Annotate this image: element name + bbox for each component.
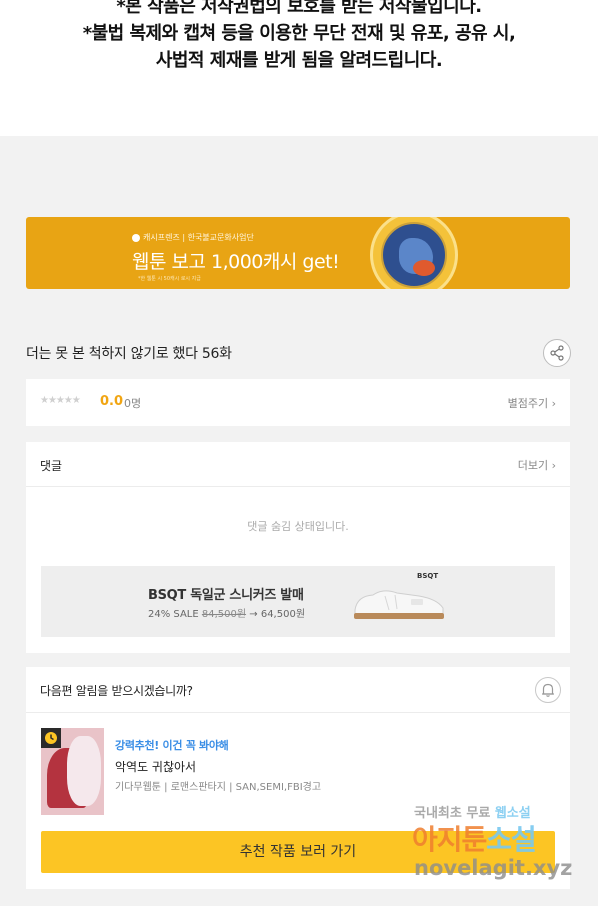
ad-discount: 24% SALE [148, 609, 199, 620]
notify-button[interactable] [535, 677, 561, 703]
ad-sale-price: 64,500원 [260, 609, 306, 620]
ad-price: 24% SALE 84,500원 → 64,500원 [148, 605, 305, 620]
promo-banner[interactable]: 캐시프렌즈 | 한국불교문화사업단 웹툰 보고 1,000캐시 get! *한 … [26, 217, 570, 289]
sneaker-ad[interactable]: BSQT 독일군 스니커즈 발매 24% SALE 84,500원 → 64,5… [41, 566, 555, 637]
notice-line-1: *본 작품은 저작권법의 보호를 받는 저작물입니다. [116, 0, 482, 17]
copyright-notice: *본 작품은 저작권법의 보호를 받는 저작물입니다. *불법 복제와 캡쳐 등… [0, 0, 598, 136]
ad-arrow: → [249, 609, 258, 620]
next-header: 다음편 알림을 받으시겠습니까? [26, 667, 570, 713]
notice-line-2: *불법 복제와 캡쳐 등을 이용한 무단 전재 및 유포, 공유 시, [82, 23, 516, 44]
sneaker-icon [354, 590, 444, 619]
notice-line-3: 사법적 제재를 받게 됨을 알려드립니다. [155, 50, 443, 71]
banner-sponsor: 캐시프렌즈 | 한국불교문화사업단 [132, 232, 254, 243]
ad-original-price: 84,500원 [201, 609, 247, 620]
rate-button[interactable]: 별점주기 › [508, 395, 556, 411]
comments-more-link[interactable]: 더보기 › [518, 457, 556, 473]
comments-hidden-message: 댓글 숨김 상태입니다. [247, 520, 349, 533]
clock-icon [45, 732, 57, 744]
ad-title: BSQT 독일군 스니커즈 발매 [148, 588, 304, 603]
comments-header: 댓글 더보기 › [26, 442, 570, 487]
watermark-line-2: 아지툰소설 [412, 818, 537, 858]
share-button[interactable] [543, 339, 571, 367]
banner-headline: 웹툰 보고 1,000캐시 get! [132, 251, 340, 273]
banner-fine-print: *한 웹툰 시 50캐시 로시 지급 [138, 276, 201, 282]
rating-score: 0.0 [100, 394, 124, 409]
recommended-title[interactable]: 악역도 귀찮아서 [115, 758, 196, 775]
comments-title: 댓글 [40, 459, 63, 473]
recommend-tag: 강력추천! 이건 꼭 봐야해 [115, 739, 229, 752]
next-alert-question: 다음편 알림을 받으시겠습니까? [40, 684, 193, 698]
recommended-meta: 기다무웹툰 | 로맨스판타지 | SAN,SEMI,FBI경고 [115, 782, 322, 793]
rating-card: ★★★★★ 0.0 0명 별점주기 › [26, 379, 570, 426]
share-icon [550, 345, 564, 361]
clock-badge [41, 728, 61, 748]
episode-title: 더는 못 본 척하지 않기로 했다 56화 [26, 346, 232, 362]
rating-count: 0명 [124, 397, 142, 410]
ad-brand-logo: BSQT [417, 572, 439, 580]
cashfriends-logo-icon [132, 233, 140, 242]
watermark-line-2-highlight: 소설 [486, 823, 537, 856]
bell-icon [542, 683, 554, 697]
watermark-url: novelagit.xyz [414, 856, 573, 880]
dragon-emblem-icon [370, 217, 458, 289]
site-watermark: 국내최초 무료 웹소설 아지툰소설 novelagit.xyz [412, 800, 592, 900]
recommended-thumbnail[interactable] [41, 728, 104, 815]
banner-sponsor-text: 캐시프렌즈 | 한국불교문화사업단 [143, 233, 254, 242]
comments-card: 댓글 더보기 › 댓글 숨김 상태입니다. BSQT 독일군 스니커즈 발매 2… [26, 442, 570, 653]
watermark-line-2-text: 아지툰 [412, 823, 487, 856]
rating-stars[interactable]: ★★★★★ [40, 395, 81, 406]
